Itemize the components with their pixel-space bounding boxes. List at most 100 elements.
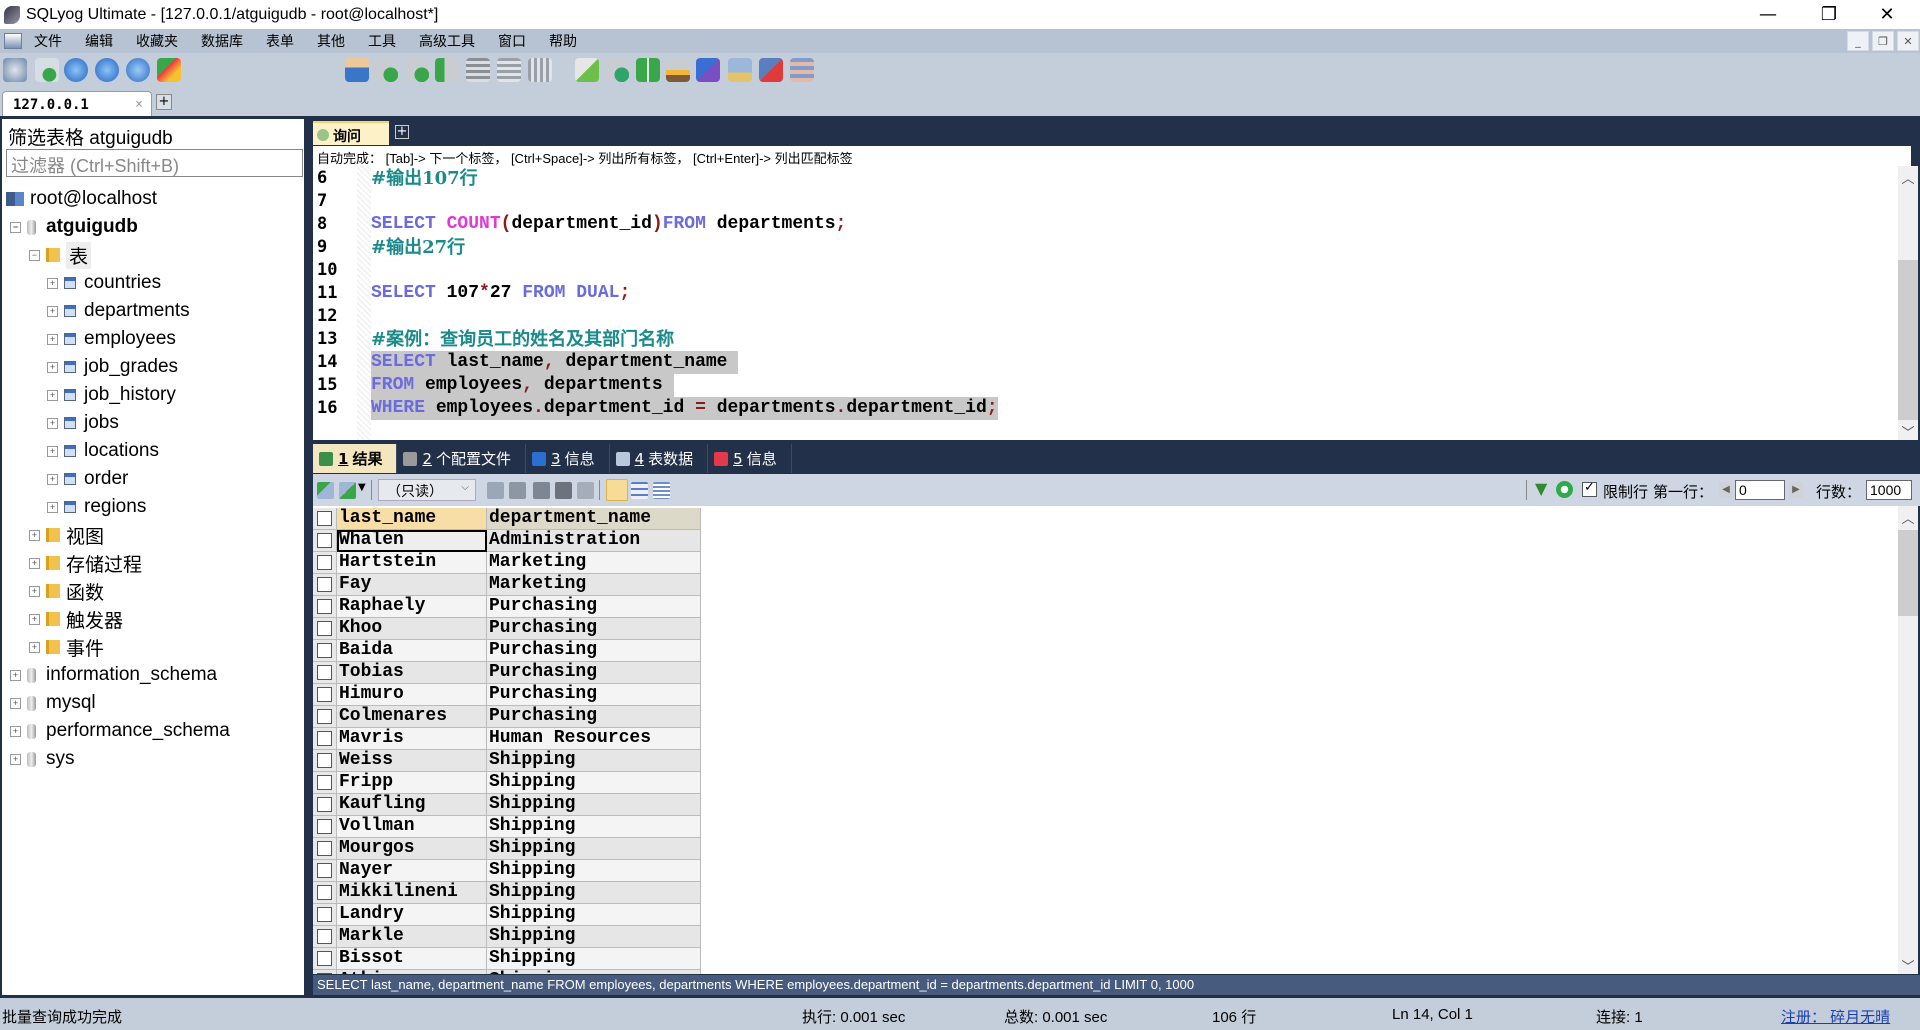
tree-table-departments[interactable]: + departments (47, 298, 190, 324)
tree-database-performance-schema[interactable]: + performance_schema (10, 718, 230, 744)
grid-cell[interactable]: Purchasing (487, 618, 701, 640)
tree-database-atguigudb[interactable]: − atguigudb (10, 214, 138, 240)
refresh-icon[interactable] (1556, 481, 1573, 498)
grid-cell[interactable]: Human Resources (487, 728, 701, 750)
expand-icon[interactable]: + (29, 529, 40, 541)
collapse-icon[interactable]: − (29, 249, 40, 261)
new-connection-icon[interactable] (3, 58, 27, 82)
expand-icon[interactable]: + (47, 333, 58, 345)
schema-designer-icon[interactable] (790, 58, 814, 82)
scroll-down-icon[interactable]: ﹀ (1898, 422, 1918, 441)
row-checkbox[interactable] (317, 577, 332, 592)
data-compare-icon[interactable] (636, 58, 660, 82)
code-line[interactable]: WHERE employees.department_id = departme… (371, 397, 998, 420)
table-row[interactable]: AtkinsonShipping (313, 970, 701, 974)
expand-icon[interactable]: + (10, 697, 21, 709)
scroll-down-icon[interactable]: ﹀ (1898, 956, 1918, 975)
grid-cell[interactable]: Bissot (337, 948, 487, 970)
insert-row-icon[interactable] (487, 482, 504, 499)
expand-icon[interactable]: + (29, 641, 40, 653)
row-checkbox[interactable] (317, 885, 332, 900)
expand-icon[interactable]: + (47, 445, 58, 457)
import-csv-icon[interactable] (435, 58, 459, 82)
menu-edit[interactable]: 编辑 (83, 31, 115, 51)
save-icon[interactable] (533, 482, 550, 499)
grid-scrollbar[interactable]: ︿ ﹀ (1898, 506, 1918, 975)
table-row[interactable]: Fripp Shipping (313, 772, 701, 794)
tree-folder-4[interactable]: + 事件 (29, 634, 104, 660)
grid-cell[interactable]: Nayer (337, 860, 487, 882)
grid-cell[interactable]: Hartstein (337, 552, 487, 574)
backup-db-icon[interactable] (374, 58, 398, 82)
tree-table-job-history[interactable]: + job_history (47, 382, 176, 408)
column-header-last-name[interactable]: last_name (337, 508, 487, 530)
tree-table-job-grades[interactable]: + job_grades (47, 354, 178, 380)
grid-cell[interactable]: Marketing (487, 552, 701, 574)
result-tab-5[interactable]: 5 信息 (708, 444, 792, 473)
grid-cell[interactable]: Shipping (487, 772, 701, 794)
execute-edit-icon[interactable] (126, 58, 150, 82)
restore-button[interactable]: ❐ (1800, 0, 1858, 29)
grid-cell[interactable]: Himuro (337, 684, 487, 706)
grid-cell[interactable]: Shipping (487, 750, 701, 772)
add-query-tab-button[interactable]: + (395, 125, 409, 139)
table-data-icon[interactable] (497, 58, 521, 82)
result-tab-4[interactable]: 4 表数据 (610, 444, 709, 473)
mdi-close-button[interactable]: ✕ (1897, 31, 1919, 51)
code-line[interactable]: SELECT 107*27 FROM DUAL; (371, 282, 630, 305)
dropdown-arrow-icon[interactable]: ▼ (358, 482, 366, 493)
table-row[interactable]: Mikkilineni Shipping (313, 882, 701, 904)
grid-cell[interactable]: Shipping (487, 926, 701, 948)
row-checkbox[interactable] (317, 621, 332, 636)
migration-icon[interactable] (666, 58, 690, 82)
row-checkbox[interactable] (317, 753, 332, 768)
grid-cell[interactable]: Markle (337, 926, 487, 948)
expand-icon[interactable]: + (29, 557, 40, 569)
grid-cell[interactable]: Shipping (487, 816, 701, 838)
expand-icon[interactable]: + (10, 725, 21, 737)
expand-icon[interactable]: + (47, 501, 58, 513)
code-line[interactable]: FROM employees, departments (371, 374, 674, 397)
scrollbar-thumb[interactable] (1898, 260, 1918, 420)
expand-icon[interactable]: + (47, 277, 58, 289)
grid-cell[interactable]: Shipping (487, 794, 701, 816)
export-table-icon[interactable] (466, 58, 490, 82)
expand-icon[interactable]: + (47, 417, 58, 429)
duplicate-row-icon[interactable] (509, 482, 526, 499)
grid-cell[interactable]: Raphaely (337, 596, 487, 618)
row-checkbox[interactable] (317, 643, 332, 658)
restore-db-icon[interactable] (405, 58, 429, 82)
row-checkbox[interactable] (317, 533, 332, 548)
grid-cell[interactable]: Fripp (337, 772, 487, 794)
grid-cell[interactable]: Shipping (487, 882, 701, 904)
table-row[interactable]: Khoo Purchasing (313, 618, 701, 640)
tree-table-jobs[interactable]: + jobs (47, 410, 119, 436)
read-only-select[interactable]: （只读） ⌵ (378, 479, 476, 501)
notification-icon[interactable] (728, 58, 752, 82)
code-line[interactable]: SELECT COUNT(department_id)FROM departme… (371, 213, 846, 236)
select-all-checkbox[interactable] (317, 511, 332, 526)
table-row[interactable]: Raphaely Purchasing (313, 596, 701, 618)
grid-cell[interactable]: Tobias (337, 662, 487, 684)
grid-cell[interactable]: Khoo (337, 618, 487, 640)
grid-cell[interactable]: Shipping (487, 838, 701, 860)
row-checkbox[interactable] (317, 709, 332, 724)
menu-database[interactable]: 数据库 (199, 31, 245, 51)
grid-cell[interactable]: Colmenares (337, 706, 487, 728)
user-manager-icon[interactable] (345, 58, 369, 82)
row-checkbox[interactable] (317, 665, 332, 680)
copy-table-icon[interactable] (528, 58, 552, 82)
expand-icon[interactable]: + (47, 473, 58, 485)
grid-cell[interactable]: Shipping (487, 904, 701, 926)
mdi-restore-button[interactable]: ❐ (1872, 31, 1894, 51)
new-query-icon[interactable] (35, 58, 59, 82)
menu-tools[interactable]: 工具 (366, 31, 398, 51)
table-row[interactable]: Tobias Purchasing (313, 662, 701, 684)
grid-cell[interactable]: Mavris (337, 728, 487, 750)
table-row[interactable]: Bissot Shipping (313, 948, 701, 970)
scrollbar-thumb[interactable] (1898, 530, 1918, 616)
tree-folder-0[interactable]: + 视图 (29, 522, 104, 548)
tree-table-employees[interactable]: + employees (47, 326, 176, 352)
row-checkbox[interactable] (317, 819, 332, 834)
expand-icon[interactable]: + (10, 669, 21, 681)
